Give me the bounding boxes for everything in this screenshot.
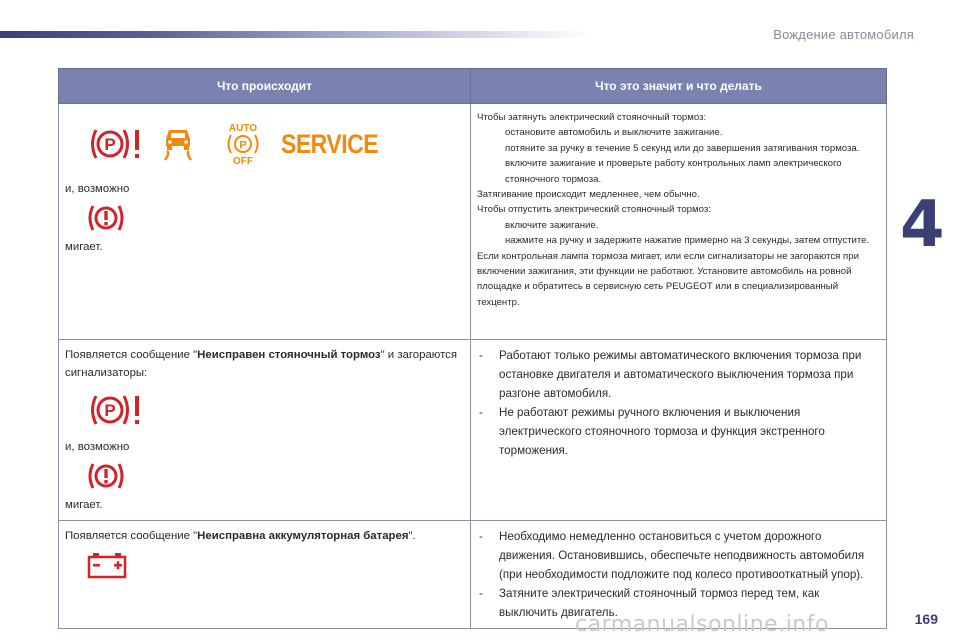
- top-decor-bar: [0, 31, 590, 38]
- page-number: 169: [914, 611, 938, 627]
- list-item: - Работают только режимы автоматического …: [479, 349, 862, 400]
- chapter-number: 4: [900, 188, 945, 262]
- row3-message: Появляется сообщение "Неисправна аккумул…: [65, 530, 416, 542]
- row2-right: - Работают только режимы автоматического …: [470, 339, 887, 521]
- row3-explanations: - Необходимо немедленно остановиться с уч…: [477, 527, 880, 622]
- list-item: - Не работают режимы ручного включения и …: [479, 406, 825, 457]
- instruction-bullet: остановите автомобиль и выключите зажига…: [505, 127, 723, 139]
- table-row: Появляется сообщение "Неисправен стояноч…: [58, 339, 887, 521]
- parking-brake-fault-icon: P: [87, 392, 143, 428]
- list-item: - Необходимо немедленно остановиться с уч…: [479, 530, 865, 581]
- blinks-label: мигает.: [65, 499, 103, 511]
- row1-left: P AUTO P OFF SERVICE и, возможно мигает.: [58, 103, 471, 340]
- warning-table: Что происходит Что это значит и что дела…: [58, 68, 887, 629]
- row2-left: Появляется сообщение "Неисправен стояноч…: [58, 339, 471, 521]
- battery-icon: [87, 551, 127, 579]
- section-title: Вождение автомобиля: [773, 27, 914, 42]
- svg-text:P: P: [239, 140, 246, 152]
- row2-message: Появляется сообщение "Неисправен стояноч…: [65, 349, 458, 379]
- blinks-label: мигает.: [65, 241, 103, 253]
- svg-text:P: P: [104, 135, 115, 154]
- instruction-bullet: потяните за ручку в течение 5 секунд или…: [505, 142, 860, 154]
- or-possibly-label: и, возможно: [65, 441, 130, 453]
- instruction-bullet: нажмите на ручку и задержите нажатие при…: [505, 235, 870, 247]
- auto-park-off-icon: AUTO P OFF: [223, 122, 279, 166]
- instruction-bullet: включите зажигание и проверьте работу ко…: [505, 158, 842, 185]
- service-warning-icon: SERVICE: [281, 128, 379, 159]
- instruction-bullet: включите зажигание.: [505, 219, 599, 231]
- parking-brake-fault-icon: P: [87, 126, 147, 162]
- svg-text:P: P: [104, 401, 115, 420]
- or-possibly-label: и, возможно: [65, 183, 130, 195]
- col-header-right: Что это значит и что делать: [470, 68, 887, 104]
- brake-fault-icon: [87, 203, 125, 233]
- instruction-text: Чтобы отпустить электрический стояночный…: [477, 204, 711, 216]
- instruction-text: Затягивание происходит медленнее, чем об…: [477, 189, 700, 201]
- col-header-left: Что происходит: [58, 68, 471, 104]
- row1-right: Чтобы затянуть электрический стояночный …: [470, 103, 887, 340]
- row1-instructions: Чтобы затянуть электрический стояночный …: [477, 110, 880, 310]
- watermark: carmanualsonline.info: [575, 612, 829, 637]
- row3-left: Появляется сообщение "Неисправна аккумул…: [58, 520, 471, 629]
- off-label: OFF: [233, 156, 253, 166]
- instruction-text: Чтобы затянуть электрический стояночный …: [477, 112, 707, 123]
- table-row: P AUTO P OFF SERVICE и, возможно мигает.…: [58, 103, 887, 340]
- brake-fault-icon: [87, 461, 125, 491]
- instruction-text: Если контрольная лампа тормоза мигает, и…: [477, 250, 859, 308]
- row2-explanations: - Работают только режимы автоматического …: [477, 346, 880, 460]
- auto-label: AUTO: [229, 123, 257, 134]
- esp-skid-icon: [161, 126, 213, 162]
